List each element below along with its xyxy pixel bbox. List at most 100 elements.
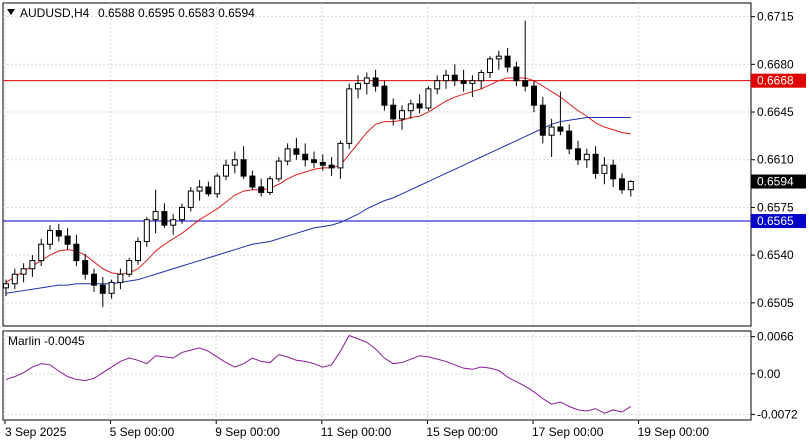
indicator-tick-label: -0.0072	[757, 407, 798, 421]
candle-body	[548, 126, 555, 136]
candle-body	[179, 206, 185, 221]
candle-body	[372, 77, 379, 87]
candle-body	[249, 175, 256, 188]
candle	[346, 83, 353, 149]
candle-body	[627, 181, 634, 191]
current-price-label: 0.6594	[757, 175, 794, 189]
candle-body	[478, 72, 485, 82]
symbol-label: AUDUSD,H4	[20, 6, 90, 20]
candle-body	[161, 211, 168, 226]
symbol-header: AUDUSD,H4 0.6588 0.6595 0.6583 0.6594	[7, 6, 255, 20]
candle-body	[47, 230, 53, 245]
candle-body	[267, 178, 273, 193]
time-tick-label: 5 Sep 00:00	[110, 425, 175, 439]
candle-body	[539, 104, 546, 136]
candle-body	[416, 103, 423, 109]
time-tick-label: 9 Sep 00:00	[215, 425, 280, 439]
candle	[187, 186, 194, 212]
candle-body	[337, 142, 344, 169]
candle-body	[469, 80, 476, 84]
chart-window: AUDUSD,H4 0.6588 0.6595 0.6583 0.6594 Ma…	[2, 2, 806, 439]
time-tick-label: 19 Sep 00:00	[638, 425, 710, 439]
candle-body	[64, 235, 71, 245]
candle-body	[231, 159, 238, 166]
candle-body	[443, 74, 449, 82]
price-tick-label: 0.6680	[757, 57, 794, 71]
candle-body	[3, 283, 9, 289]
candle	[425, 86, 432, 111]
candle-body	[205, 186, 212, 195]
candle-body	[495, 55, 502, 60]
candle-body	[20, 268, 27, 275]
indicator-tick-label: 0.0066	[757, 330, 794, 344]
time-tick-label: 11 Sep 00:00	[321, 425, 392, 439]
candle-body	[187, 190, 194, 208]
candle-body	[135, 241, 141, 262]
price-tick-label: 0.6575	[757, 200, 794, 214]
candle-body	[346, 88, 353, 144]
candle-body	[601, 164, 608, 174]
time-axis: 3 Sep 2025 5 Sep 00:00 9 Sep 00:00 11 Sep 0…	[4, 420, 710, 439]
candle-body	[363, 77, 370, 84]
price-tick-label: 0.6540	[757, 248, 794, 262]
candle-body	[566, 130, 573, 150]
candle-body	[575, 148, 581, 161]
candle-body	[117, 273, 124, 283]
candle-body	[355, 82, 361, 90]
candle-body	[531, 85, 537, 106]
candle-body	[38, 243, 45, 262]
candle-body	[557, 126, 564, 132]
candle-body	[328, 164, 335, 169]
candle-body	[381, 85, 388, 106]
candle	[267, 176, 273, 196]
candle-body	[311, 159, 317, 163]
price-axis: 0.6715 0.6680 0.6645 0.6610 0.6575 0.6540 0.65…	[751, 10, 806, 310]
level-price-label: 0.6565	[757, 214, 794, 228]
ohlc-values: 0.6588 0.6595 0.6583 0.6594	[98, 6, 255, 20]
candle-body	[275, 160, 282, 180]
time-tick-label: 15 Sep 00:00	[426, 425, 498, 439]
candle	[275, 157, 282, 182]
candle-body	[504, 55, 511, 68]
candle-body	[592, 153, 599, 174]
price-tick-label: 0.6610	[757, 153, 794, 167]
price-tick-label: 0.6505	[757, 296, 794, 310]
candle-body	[73, 243, 80, 262]
candle-body	[108, 281, 115, 294]
level-price-label: 0.6668	[757, 74, 794, 88]
candle-body	[460, 80, 467, 84]
candle-body	[425, 88, 432, 109]
candle-body	[29, 260, 36, 270]
candle-body	[390, 104, 397, 120]
candle-body	[82, 260, 89, 275]
candle-body	[434, 80, 441, 90]
candle-body	[451, 74, 458, 82]
candle	[214, 173, 221, 198]
candle-body	[284, 148, 291, 162]
candle-body	[55, 230, 62, 237]
candle-body	[399, 110, 405, 120]
candle-body	[522, 80, 529, 87]
time-tick-label: 17 Sep 00:00	[532, 425, 604, 439]
candle	[135, 237, 141, 265]
candle-body	[99, 284, 106, 294]
candle-body	[583, 153, 590, 161]
candle-body	[487, 58, 493, 74]
candle-body	[143, 219, 150, 243]
candle-body	[513, 66, 520, 82]
time-tick-label: 3 Sep 2025	[5, 425, 67, 439]
candle-body	[126, 260, 133, 275]
candle-body	[319, 161, 326, 166]
candle-body	[152, 211, 159, 221]
candle-body	[619, 178, 625, 191]
candle-body	[302, 153, 309, 161]
candle-body	[240, 159, 247, 177]
candle-body	[91, 273, 97, 286]
candle-body	[223, 164, 229, 177]
price-tick-label: 0.6645	[757, 105, 794, 119]
candle-body	[11, 273, 18, 285]
candle-body	[170, 219, 177, 226]
indicator-label: Marlin -0.0045	[8, 334, 85, 348]
candle-body	[258, 186, 265, 193]
candle-body	[214, 175, 221, 195]
